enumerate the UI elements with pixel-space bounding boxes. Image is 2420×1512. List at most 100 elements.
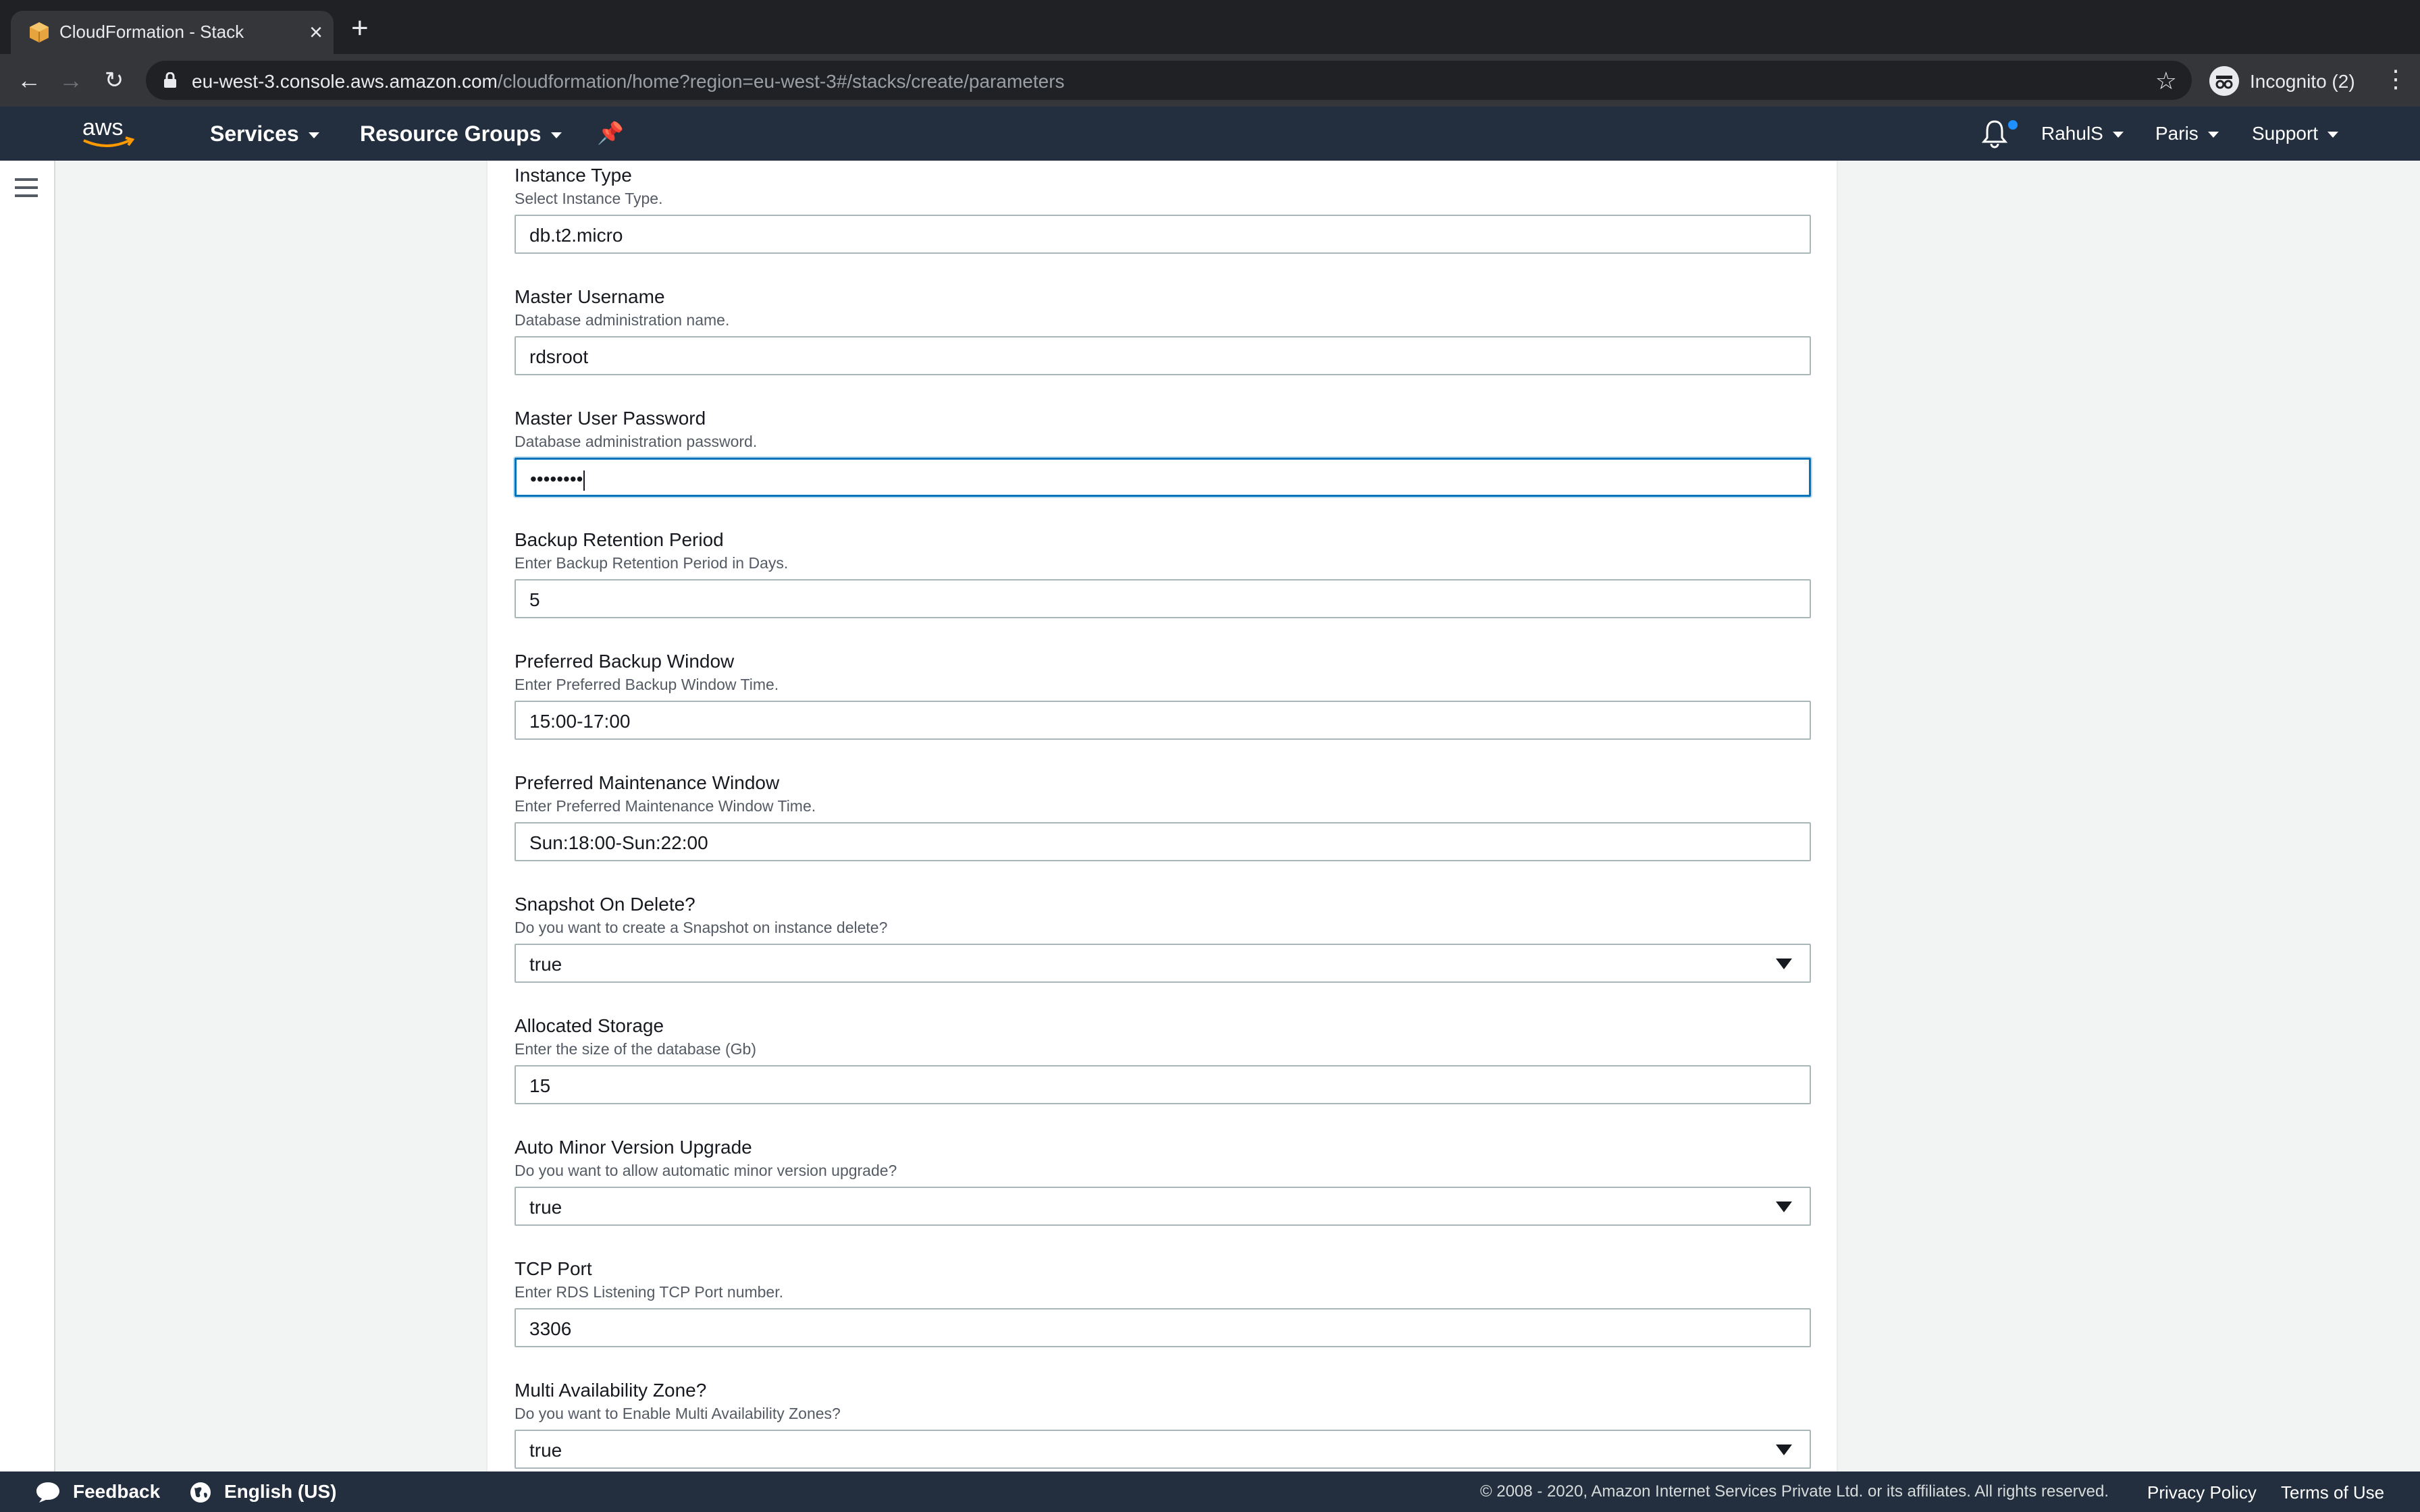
allocated-storage-input[interactable]: 15	[515, 1065, 1811, 1104]
address-bar[interactable]: eu-west-3.console.aws.amazon.com/cloudfo…	[146, 61, 2192, 100]
backup-retention-input[interactable]: 5	[515, 579, 1811, 618]
notification-dot	[2008, 120, 2018, 130]
password-value: ••••••••	[530, 468, 583, 489]
resource-groups-menu[interactable]: Resource Groups	[360, 122, 562, 146]
multi-az-select[interactable]: true	[515, 1430, 1811, 1469]
field-description: Enter Preferred Backup Window Time.	[515, 676, 779, 693]
maintenance-window-field: Preferred Maintenance Window Enter Prefe…	[515, 771, 1811, 861]
lock-icon	[164, 72, 176, 88]
chevron-down-icon	[308, 132, 319, 139]
auto-minor-upgrade-field: Auto Minor Version Upgrade Do you want t…	[515, 1135, 1811, 1226]
dropdown-arrow-icon	[1776, 1444, 1792, 1455]
field-label: Preferred Backup Window	[515, 651, 735, 672]
privacy-policy-link[interactable]: Privacy Policy	[2147, 1482, 2257, 1503]
bookmark-star-icon[interactable]: ☆	[2155, 67, 2177, 95]
services-menu[interactable]: Services	[210, 122, 319, 146]
browser-tab[interactable]: CloudFormation - Stack ×	[11, 11, 334, 54]
chevron-down-icon	[2207, 132, 2219, 138]
terms-of-use-link[interactable]: Terms of Use	[2281, 1482, 2384, 1503]
region-label: Paris	[2155, 123, 2199, 144]
snapshot-on-delete-field: Snapshot On Delete? Do you want to creat…	[515, 892, 1811, 983]
multi-az-field: Multi Availability Zone? Do you want to …	[515, 1378, 1811, 1469]
field-label: Allocated Storage	[515, 1015, 664, 1036]
url-text: eu-west-3.console.aws.amazon.com/cloudfo…	[192, 71, 1065, 92]
incognito-icon	[2209, 66, 2239, 96]
url-host: eu-west-3.console.aws.amazon.com	[192, 71, 498, 92]
dropdown-arrow-icon	[1776, 959, 1792, 969]
field-label: Multi Availability Zone?	[515, 1380, 707, 1401]
profile-label: Incognito (2)	[2250, 71, 2355, 92]
tcp-port-field: TCP Port Enter RDS Listening TCP Port nu…	[515, 1257, 1811, 1347]
resource-groups-label: Resource Groups	[360, 122, 542, 146]
chevron-down-icon	[2327, 132, 2339, 138]
browser-tab-strip: CloudFormation - Stack × +	[0, 0, 2420, 54]
backup-window-field: Preferred Backup Window Enter Preferred …	[515, 649, 1811, 740]
snapshot-on-delete-select[interactable]: true	[515, 944, 1811, 983]
field-label: TCP Port	[515, 1258, 592, 1279]
services-label: Services	[210, 122, 299, 146]
allocated-storage-field: Allocated Storage Enter the size of the …	[515, 1014, 1811, 1104]
master-username-input[interactable]: rdsroot	[515, 336, 1811, 375]
instance-type-input[interactable]: db.t2.micro	[515, 215, 1811, 254]
browser-toolbar: ← → ↻ eu-west-3.console.aws.amazon.com/c…	[0, 54, 2420, 107]
cloudformation-favicon-icon	[30, 22, 49, 43]
reload-icon[interactable]: ↻	[99, 65, 130, 96]
feedback-link[interactable]: Feedback	[73, 1481, 160, 1503]
master-username-field: Master Username Database administration …	[515, 285, 1811, 375]
support-label: Support	[2252, 123, 2319, 144]
field-description: Enter RDS Listening TCP Port number.	[515, 1283, 784, 1301]
text-cursor	[583, 470, 585, 491]
master-password-field: Master User Password Database administra…	[515, 406, 1811, 497]
master-password-input[interactable]: ••••••••	[515, 458, 1811, 497]
instance-type-field: Instance Type Select Instance Type. db.t…	[515, 163, 1811, 254]
new-tab-icon[interactable]: +	[351, 14, 369, 43]
copyright-text: © 2008 - 2020, Amazon Internet Services …	[1480, 1482, 2109, 1501]
maintenance-window-input[interactable]: Sun:18:00-Sun:22:00	[515, 822, 1811, 861]
backup-retention-field: Backup Retention Period Enter Backup Ret…	[515, 528, 1811, 618]
tcp-port-input[interactable]: 3306	[515, 1308, 1811, 1347]
chevron-down-icon	[2112, 132, 2124, 138]
speech-bubble-icon	[36, 1482, 59, 1503]
bell-icon[interactable]	[1981, 119, 2008, 148]
field-label: Snapshot On Delete?	[515, 894, 695, 915]
field-label: Instance Type	[515, 165, 632, 186]
field-description: Database administration password.	[515, 433, 758, 450]
field-description: Do you want to allow automatic minor ver…	[515, 1162, 897, 1179]
side-navigation	[0, 161, 55, 1472]
back-icon[interactable]: ←	[14, 65, 45, 96]
region-menu[interactable]: Paris	[2155, 123, 2219, 144]
user-menu[interactable]: RahulS	[2041, 123, 2124, 144]
parameters-panel: Instance Type Select Instance Type. db.t…	[486, 161, 1838, 1472]
console-footer: Feedback English (US) © 2008 - 2020, Ama…	[0, 1472, 2420, 1512]
close-tab-icon[interactable]: ×	[309, 19, 323, 46]
field-description: Enter Preferred Maintenance Window Time.	[515, 797, 816, 815]
tab-title: CloudFormation - Stack	[59, 22, 244, 42]
auto-minor-upgrade-select[interactable]: true	[515, 1187, 1811, 1226]
user-label: RahulS	[2041, 123, 2103, 144]
language-selector[interactable]: English (US)	[224, 1481, 336, 1503]
globe-icon	[190, 1482, 211, 1503]
field-label: Master User Password	[515, 408, 706, 429]
field-description: Database administration name.	[515, 311, 730, 329]
dropdown-arrow-icon	[1776, 1202, 1792, 1212]
field-label: Master Username	[515, 286, 665, 307]
field-label: Preferred Maintenance Window	[515, 772, 780, 793]
field-label: Auto Minor Version Upgrade	[515, 1137, 752, 1158]
hamburger-menu-icon[interactable]	[15, 178, 38, 197]
field-description: Enter Backup Retention Period in Days.	[515, 554, 789, 572]
aws-console-nav: aws Services Resource Groups 📌 RahulS Pa…	[0, 107, 2420, 161]
svg-text:aws: aws	[82, 115, 123, 140]
field-description: Select Instance Type.	[515, 190, 663, 207]
aws-logo[interactable]: aws	[80, 115, 138, 153]
backup-window-input[interactable]: 15:00-17:00	[515, 701, 1811, 740]
field-description: Do you want to create a Snapshot on inst…	[515, 919, 888, 936]
field-label: Backup Retention Period	[515, 529, 724, 550]
select-value: true	[529, 954, 562, 975]
forward-icon[interactable]: →	[55, 65, 86, 96]
select-value: true	[529, 1197, 562, 1218]
select-value: true	[529, 1440, 562, 1461]
field-description: Do you want to Enable Multi Availability…	[515, 1405, 841, 1422]
support-menu[interactable]: Support	[2252, 123, 2339, 144]
browser-menu-icon[interactable]: ⋮	[2384, 65, 2408, 93]
pin-icon[interactable]: 📌	[597, 120, 624, 146]
